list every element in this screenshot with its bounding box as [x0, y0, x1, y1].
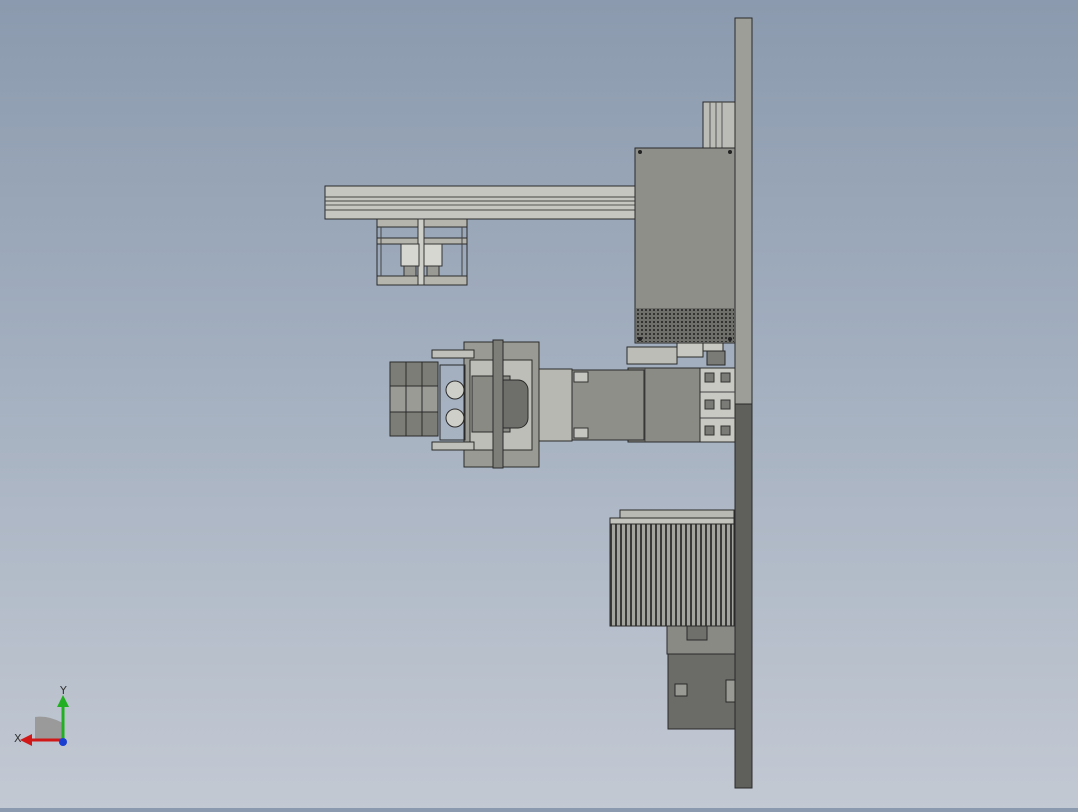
gripper-fingers	[389, 361, 439, 437]
mount-brackets	[626, 342, 726, 366]
aluminum-profile	[699, 367, 736, 443]
cylinder-cage	[376, 218, 468, 286]
stepper-motor	[554, 367, 701, 443]
model-view	[324, 17, 753, 789]
back-plate	[734, 17, 753, 789]
z-axis-dot-icon	[59, 738, 67, 746]
gripper-assembly	[431, 339, 573, 469]
orientation-triad[interactable]: Y X	[10, 685, 80, 755]
upright-post	[702, 101, 736, 151]
horizontal-arm	[324, 185, 637, 220]
x-axis-label: X	[14, 732, 22, 745]
heatsink	[609, 509, 735, 627]
y-axis-label: Y	[59, 685, 67, 697]
triad-cap-icon	[35, 716, 63, 740]
drive-motor	[666, 625, 736, 730]
cad-viewport[interactable]: Y X	[0, 0, 1078, 808]
control-box	[634, 147, 736, 344]
x-axis-head-icon	[20, 734, 32, 746]
